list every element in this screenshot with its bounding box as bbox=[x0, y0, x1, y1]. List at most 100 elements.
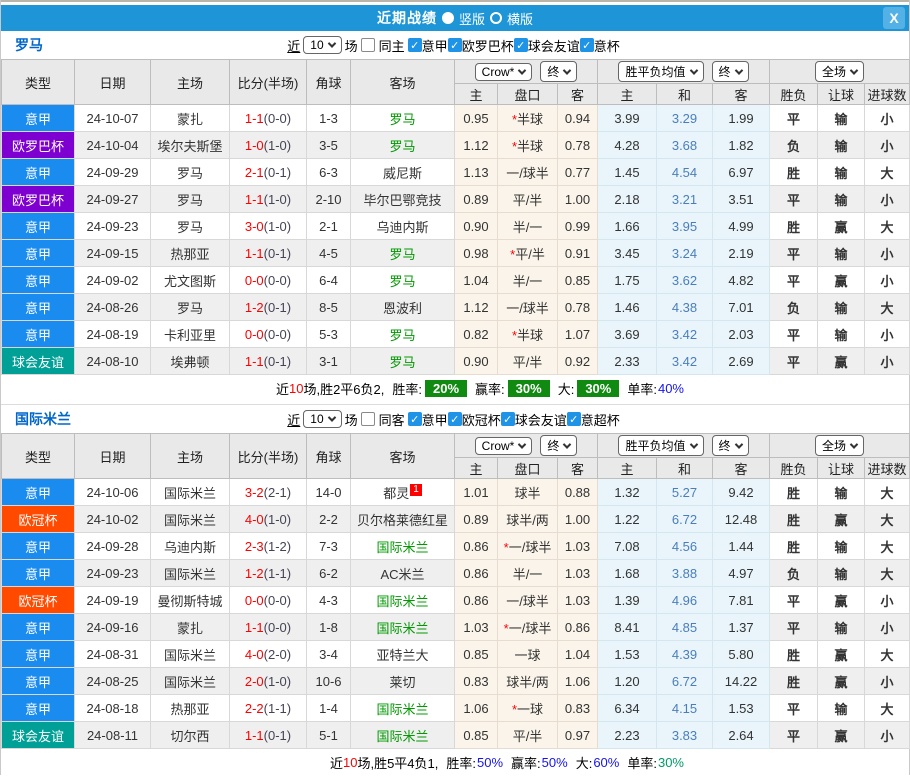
radio-horizontal-layout[interactable] bbox=[490, 12, 502, 24]
score-cell: 2-1(0-1) bbox=[230, 159, 307, 186]
result-goals: 大 bbox=[865, 695, 910, 722]
avg-home: 2.33 bbox=[598, 348, 657, 375]
avg-away: 6.97 bbox=[713, 159, 770, 186]
league-checkbox[interactable]: ✓ bbox=[514, 38, 528, 52]
score-cell: 2-3(1-2) bbox=[230, 533, 307, 560]
handicap: 半/一 bbox=[513, 567, 543, 582]
fulltime-score: 1-2 bbox=[245, 300, 264, 315]
radio-vertical-layout[interactable] bbox=[442, 12, 454, 24]
away-team-cell: 亚特兰大 bbox=[351, 641, 455, 668]
league-badge: 欧冠杯 bbox=[2, 506, 75, 533]
odds-away: 1.03 bbox=[558, 533, 598, 560]
halftime-score: (1-2) bbox=[264, 539, 291, 554]
fulltime-select[interactable]: 全场 bbox=[815, 435, 864, 456]
halftime-score: (0-1) bbox=[264, 246, 291, 261]
league-checkbox-label[interactable]: 欧冠杯 bbox=[462, 410, 501, 429]
fulltime-select[interactable]: 全场 bbox=[815, 61, 864, 82]
score-cell: 3-2(2-1) bbox=[230, 479, 307, 506]
league-checkbox[interactable]: ✓ bbox=[408, 38, 422, 52]
away-team-cell: 罗马 bbox=[351, 267, 455, 294]
handicap-cell: 平/半 bbox=[498, 722, 558, 749]
league-checkbox[interactable]: ✓ bbox=[408, 412, 422, 426]
league-checkbox[interactable]: ✓ bbox=[448, 38, 462, 52]
odds-away: 1.03 bbox=[558, 587, 598, 614]
handicap: 平/半 bbox=[515, 247, 545, 262]
home-team: 热那亚 bbox=[151, 240, 230, 267]
avg-select[interactable]: 胜平负均值 bbox=[618, 435, 703, 456]
fulltime-score: 0-0 bbox=[245, 327, 264, 342]
league-checkbox-label[interactable]: 球会友谊 bbox=[528, 36, 580, 55]
halftime-score: (0-1) bbox=[264, 354, 291, 369]
same-venue-checkbox[interactable] bbox=[361, 38, 375, 52]
odds-home: 1.12 bbox=[455, 132, 498, 159]
away-team-cell: 国际米兰 bbox=[351, 722, 455, 749]
radio-horizontal-label[interactable]: 横版 bbox=[507, 9, 533, 28]
odds-away: 0.77 bbox=[558, 159, 598, 186]
away-team: 罗马 bbox=[389, 274, 415, 289]
halftime-score: (0-0) bbox=[264, 111, 291, 126]
same-venue-label[interactable]: 同主 bbox=[379, 36, 405, 55]
record-summary: 近10场,胜5平4负1, 胜率:50%赢率:50%大:60%单率:30% bbox=[1, 749, 909, 775]
league-checkbox-label[interactable]: 球会友谊 bbox=[515, 410, 567, 429]
score-cell: 1-1(0-1) bbox=[230, 348, 307, 375]
avg-home: 1.20 bbox=[598, 668, 657, 695]
league-checkbox-label[interactable]: 意甲 bbox=[422, 36, 448, 55]
avg-draw: 4.15 bbox=[657, 695, 713, 722]
avg-away: 4.99 bbox=[713, 213, 770, 240]
league-checkbox[interactable]: ✓ bbox=[567, 412, 581, 426]
same-venue-checkbox[interactable] bbox=[361, 412, 375, 426]
odds-final-select[interactable]: 终 bbox=[540, 435, 577, 456]
radio-vertical-label[interactable]: 竖版 bbox=[459, 9, 485, 28]
odds-home: 1.06 bbox=[455, 695, 498, 722]
odds-away: 0.85 bbox=[558, 267, 598, 294]
corners: 3-5 bbox=[307, 132, 351, 159]
away-team: 罗马 bbox=[389, 139, 415, 154]
avg-final-select[interactable]: 终 bbox=[712, 61, 749, 82]
league-checkbox[interactable]: ✓ bbox=[580, 38, 594, 52]
odds-away: 1.03 bbox=[558, 560, 598, 587]
avg-away: 1.44 bbox=[713, 533, 770, 560]
result-outcome: 负 bbox=[770, 294, 818, 321]
league-checkbox[interactable]: ✓ bbox=[448, 412, 462, 426]
away-team: AC米兰 bbox=[380, 567, 424, 582]
odds-final-select[interactable]: 终 bbox=[540, 61, 577, 82]
avg-draw: 3.29 bbox=[657, 105, 713, 132]
same-venue-label[interactable]: 同客 bbox=[379, 410, 405, 429]
league-checkbox[interactable]: ✓ bbox=[501, 412, 515, 426]
recent-count-select[interactable]: 10 bbox=[303, 36, 341, 54]
result-handicap: 输 bbox=[818, 240, 865, 267]
odds-away: 1.07 bbox=[558, 321, 598, 348]
away-team: 乌迪内斯 bbox=[376, 220, 428, 235]
handicap: 一/球半 bbox=[506, 594, 549, 609]
halftime-score: (0-0) bbox=[264, 593, 291, 608]
result-goals: 大 bbox=[865, 479, 910, 506]
result-outcome: 平 bbox=[770, 105, 818, 132]
chevron-down-icon bbox=[689, 440, 697, 448]
avg-home: 1.53 bbox=[598, 641, 657, 668]
odds-source-select[interactable]: Crow* bbox=[475, 63, 533, 81]
league-checkbox-label[interactable]: 意杯 bbox=[594, 36, 620, 55]
result-handicap: 输 bbox=[818, 132, 865, 159]
league-badge: 欧罗巴杯 bbox=[2, 186, 75, 213]
result-goals: 小 bbox=[865, 186, 910, 213]
away-team-cell: 国际米兰 bbox=[351, 614, 455, 641]
league-checkbox-label[interactable]: 意甲 bbox=[422, 410, 448, 429]
league-checkbox-label[interactable]: 意超杯 bbox=[581, 410, 620, 429]
recent-count-select[interactable]: 10 bbox=[303, 410, 341, 428]
avg-select[interactable]: 胜平负均值 bbox=[618, 61, 703, 82]
home-team: 国际米兰 bbox=[151, 641, 230, 668]
avg-draw: 4.38 bbox=[657, 294, 713, 321]
fulltime-score: 2-2 bbox=[245, 701, 264, 716]
score-cell: 1-1(0-0) bbox=[230, 105, 307, 132]
result-outcome: 胜 bbox=[770, 641, 818, 668]
odds-source-select[interactable]: Crow* bbox=[475, 437, 533, 455]
avg-final-select[interactable]: 终 bbox=[712, 435, 749, 456]
fulltime-score: 1-1 bbox=[245, 192, 264, 207]
result-handicap: 输 bbox=[818, 321, 865, 348]
titlebar: 近期战绩 竖版 横版 X bbox=[1, 5, 909, 31]
league-checkbox-label[interactable]: 欧罗巴杯 bbox=[462, 36, 514, 55]
halftime-score: (2-1) bbox=[264, 485, 291, 500]
result-goals: 大 bbox=[865, 506, 910, 533]
close-button[interactable]: X bbox=[883, 7, 905, 29]
halftime-score: (0-0) bbox=[264, 620, 291, 635]
